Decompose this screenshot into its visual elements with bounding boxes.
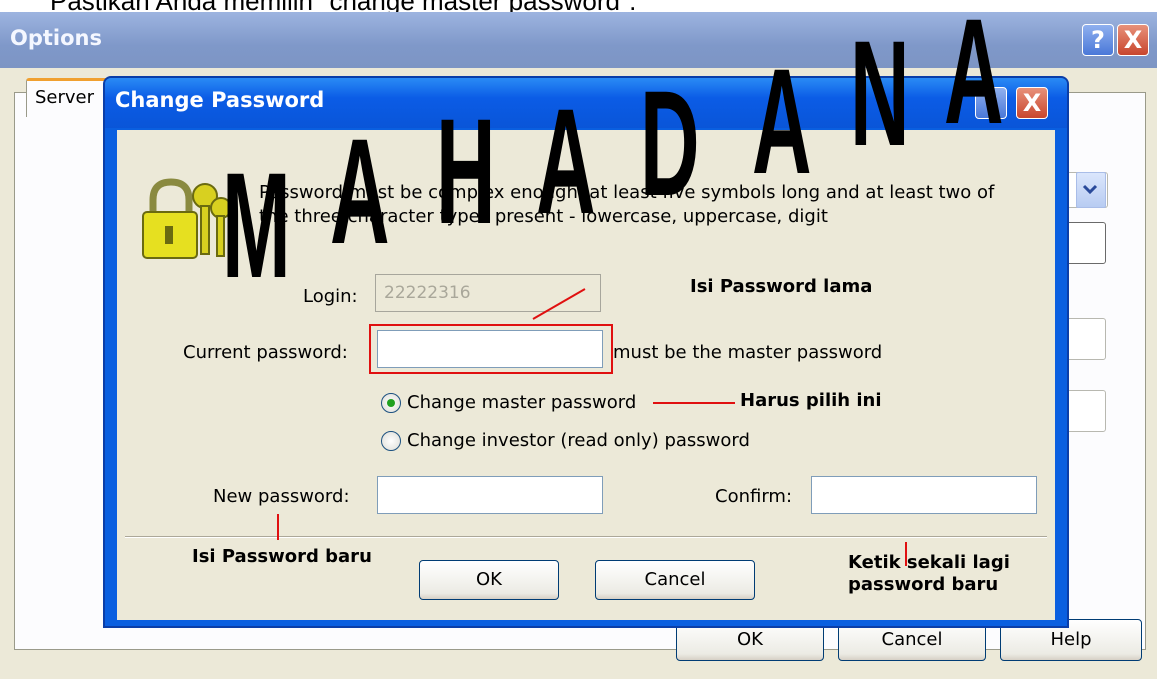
annotation-must-choose: Harus pilih ini [740, 390, 882, 411]
radio-investor-button[interactable] [381, 431, 401, 451]
dialog-close-button[interactable]: X [1016, 87, 1048, 119]
annotation-new-password: Isi Password baru [192, 546, 372, 567]
options-close-button[interactable]: X [1117, 24, 1149, 56]
annotation-line-new [277, 514, 279, 540]
radio-master-label: Change master password [407, 392, 637, 413]
confirm-label: Confirm: [715, 486, 793, 507]
new-password-input[interactable] [377, 476, 603, 514]
dialog-ok-button[interactable]: OK [419, 560, 559, 600]
options-title: Options [10, 26, 102, 50]
radio-change-investor[interactable]: Change investor (read only) password [381, 428, 801, 456]
watermark-letter-7: N [850, 9, 910, 177]
login-field: 22222316 [375, 274, 601, 312]
current-password-hint: must be the master password [613, 342, 883, 363]
annotation-retype-line2: password baru [848, 574, 999, 595]
server-combo-dropdown[interactable] [1076, 172, 1106, 208]
radio-change-master[interactable]: Change master password [381, 390, 711, 418]
dialog-title: Change Password [115, 88, 325, 112]
annotation-old-password: Isi Password lama [690, 276, 873, 297]
chevron-down-icon [1082, 184, 1098, 195]
tab-server-label: Server [35, 87, 95, 108]
watermark-letter-4: A [536, 77, 596, 245]
new-password-label: New password: [213, 486, 350, 507]
annotation-retype-line1: Ketik sekali lagi [848, 552, 1010, 573]
lock-keys-icon [142, 178, 232, 259]
radio-investor-label: Change investor (read only) password [407, 430, 750, 451]
annotation-line-choose [653, 402, 735, 404]
login-label: Login: [303, 286, 358, 307]
watermark-letter-8: A [944, 0, 1004, 155]
watermark-letter-6: A [752, 37, 812, 205]
watermark-letter-3: H [436, 87, 496, 255]
options-help-button[interactable]: ? [1082, 24, 1114, 56]
current-password-label: Current password: [183, 342, 348, 363]
radio-selected-dot [387, 399, 395, 407]
divider [125, 536, 1047, 538]
confirm-input[interactable] [811, 476, 1037, 514]
watermark-letter-5: D [640, 59, 700, 227]
watermark-letter-2: A [330, 107, 390, 275]
current-password-input[interactable] [377, 330, 603, 368]
watermark-letter-1: M [222, 141, 291, 309]
radio-master-button[interactable] [381, 393, 401, 413]
dialog-cancel-button[interactable]: Cancel [595, 560, 755, 600]
